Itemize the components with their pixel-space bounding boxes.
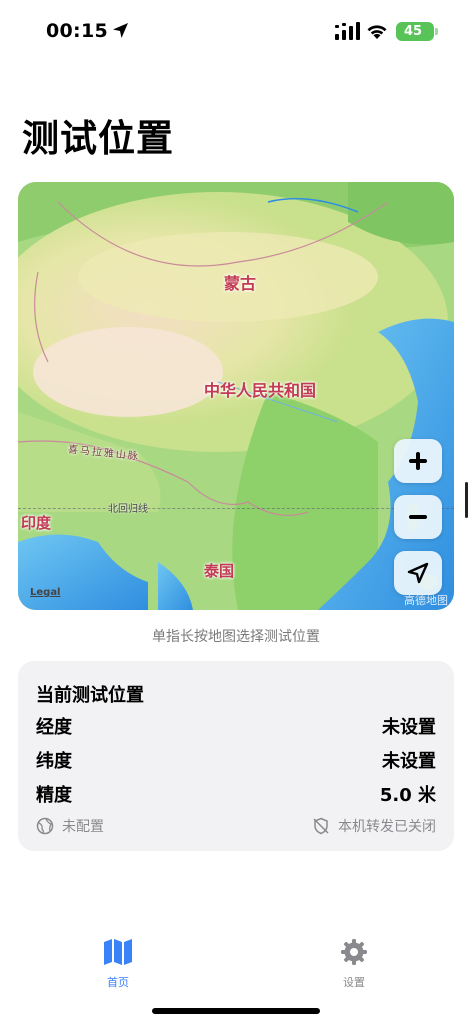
gear-icon [341,939,367,965]
plus-icon [409,452,427,470]
home-indicator[interactable] [152,1008,320,1014]
globe-icon [36,817,54,835]
tab-settings-label: 设置 [343,976,365,989]
accuracy-label: 精度 [36,785,72,806]
scroll-indicator[interactable] [465,482,468,518]
page-title: 测试位置 [22,117,174,160]
location-arrow-icon [407,562,429,584]
map-label-india: 印度 [21,514,52,532]
map-hint: 单指长按地图选择测试位置 [152,629,320,645]
tropic-of-cancer-line [18,508,454,509]
longitude-row: 经度 未设置 [36,713,436,739]
map-icon [104,939,132,965]
status-bar: 00:15 45 [0,0,472,64]
longitude-value: 未设置 [382,717,436,738]
forward-status-text: 本机转发已关闭 [338,819,436,835]
signal-icon [335,22,361,44]
tab-home[interactable]: 首页 [78,938,158,990]
latitude-label: 纬度 [36,751,72,772]
accuracy-value: 5.0 米 [379,785,436,806]
locate-button[interactable] [394,551,442,595]
config-status-text: 未配置 [62,819,104,835]
forward-status: 本机转发已关闭 [312,816,436,836]
map-view[interactable]: 蒙古 中华人民共和国 喜马拉雅山脉 北回归线 印度 泰国 Legal 高德地图 [18,182,454,610]
map-label-thailand: 泰国 [204,562,235,580]
zoom-out-button[interactable] [394,495,442,539]
config-status: 未配置 [36,816,104,836]
location-arrow-icon [112,22,129,43]
shield-off-icon [313,817,329,835]
latitude-value: 未设置 [382,751,436,772]
latitude-row: 纬度 未设置 [36,747,436,773]
map-label-tropic: 北回归线 [108,504,148,515]
location-card: 当前测试位置 经度 未设置 纬度 未设置 精度 5.0 米 未配置 本机转发已关… [18,661,454,851]
battery-icon: 45 [396,22,438,41]
battery-level: 45 [403,24,423,39]
map-label-mongolia: 蒙古 [224,274,257,293]
longitude-label: 经度 [36,717,72,738]
minus-icon [409,515,427,519]
status-time: 00:15 [46,20,108,42]
tab-settings[interactable]: 设置 [314,938,394,990]
accuracy-row: 精度 5.0 米 [36,781,436,807]
map-label-china: 中华人民共和国 [204,381,317,400]
card-title: 当前测试位置 [36,685,144,706]
tab-home-label: 首页 [107,976,129,989]
legal-link[interactable]: Legal [30,587,61,598]
wifi-icon [366,22,388,44]
zoom-in-button[interactable] [394,439,442,483]
